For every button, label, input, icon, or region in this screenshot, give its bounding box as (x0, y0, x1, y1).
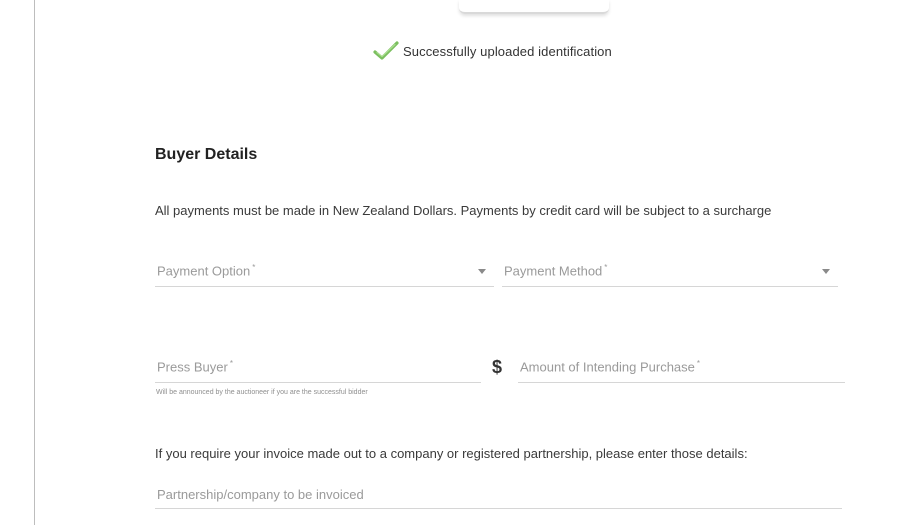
upload-status: Successfully uploaded identification (373, 41, 612, 61)
upload-status-text: Successfully uploaded identification (403, 43, 612, 59)
press-buyer-input[interactable]: Press Buyer * (155, 352, 481, 383)
payment-option-select[interactable]: Payment Option * (155, 255, 494, 287)
payment-method-select[interactable]: Payment Method * (502, 255, 838, 287)
amount-label: Amount of Intending Purchase * (520, 358, 701, 374)
press-buyer-hint: Will be announced by the auctioneer if y… (156, 389, 368, 396)
partnership-input[interactable]: Partnership/company to be invoiced (155, 482, 842, 509)
amount-input[interactable]: Amount of Intending Purchase * (518, 352, 845, 383)
payment-method-label: Payment Method * (504, 262, 608, 278)
partnership-label: Partnership/company to be invoiced (157, 487, 364, 502)
page: Successfully uploaded identification Buy… (0, 0, 924, 525)
section-title: Buyer Details (155, 146, 258, 163)
top-tab-handle (459, 0, 609, 14)
press-buyer-label: Press Buyer * (157, 358, 233, 374)
invoice-note: If you require your invoice made out to … (155, 446, 748, 461)
payment-notice: All payments must be made in New Zealand… (155, 203, 772, 218)
chevron-down-icon[interactable] (822, 269, 830, 274)
payment-option-label: Payment Option * (157, 262, 256, 278)
dollar-sign-icon: $ (492, 357, 503, 377)
chevron-down-icon[interactable] (478, 269, 486, 274)
checkmark-icon (373, 41, 399, 60)
